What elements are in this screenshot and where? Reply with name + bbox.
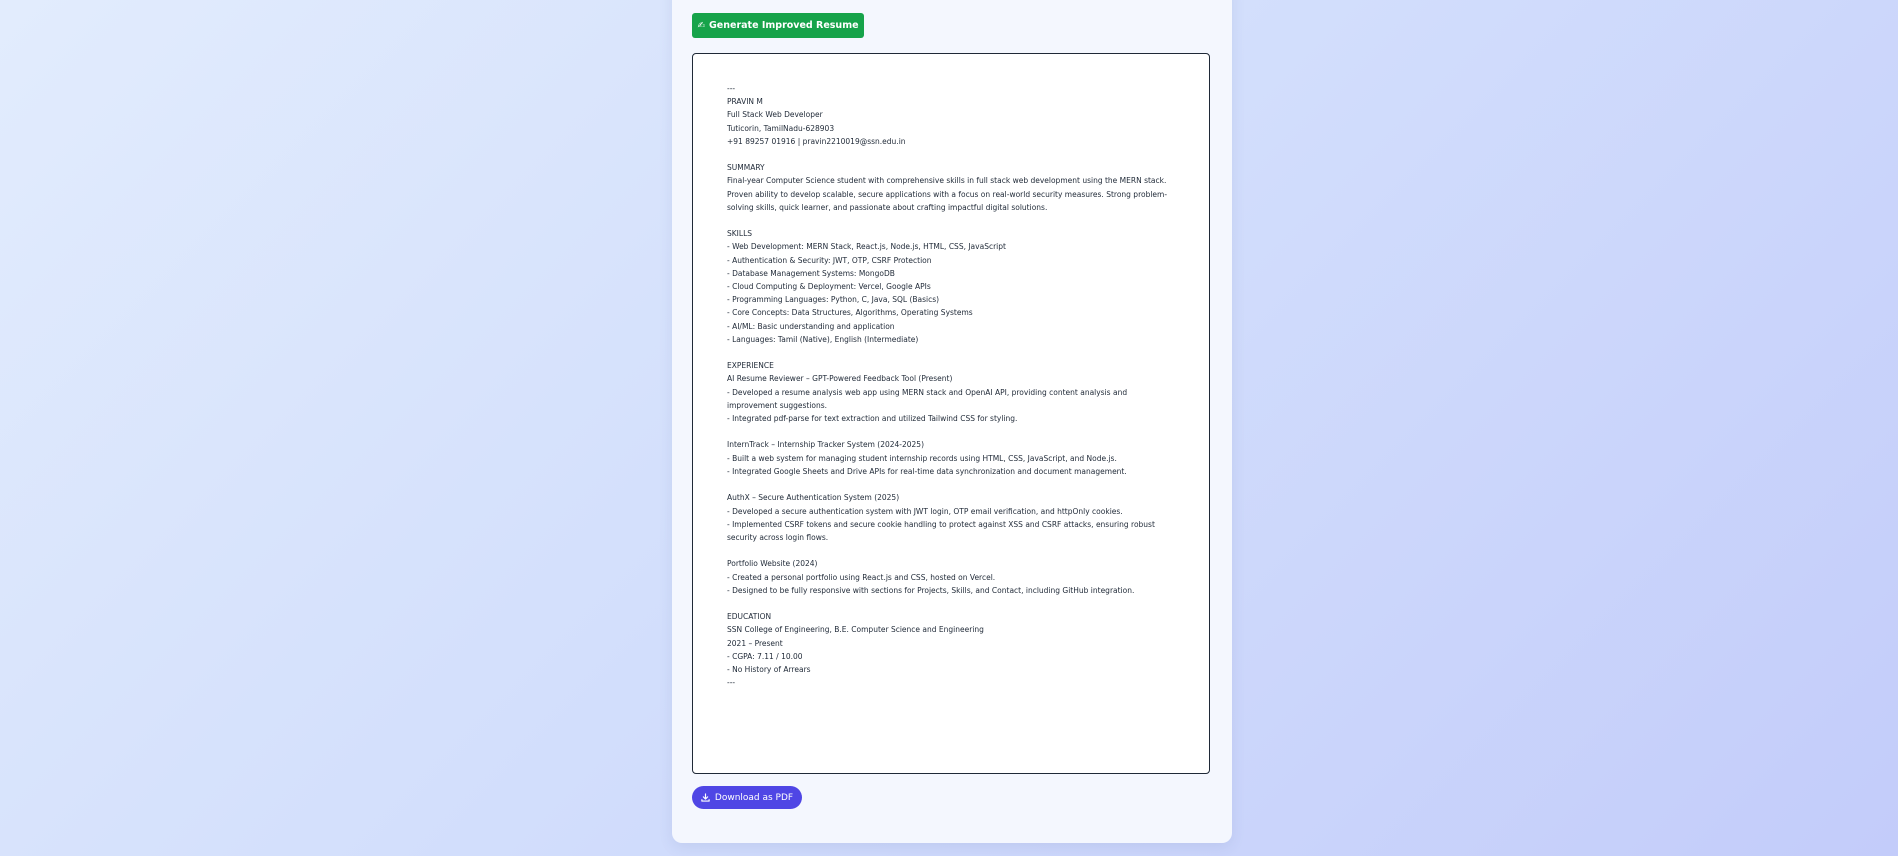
generate-improved-resume-button[interactable]: ✍ Generate Improved Resume (692, 13, 864, 38)
generate-button-label: Generate Improved Resume (709, 20, 859, 31)
improved-resume-textarea[interactable]: --- PRAVIN M Full Stack Web Developer Tu… (692, 53, 1210, 774)
download-pdf-button[interactable]: Download as PDF (692, 786, 802, 809)
writing-hand-icon: ✍ (697, 20, 705, 31)
download-button-label: Download as PDF (714, 792, 794, 803)
resume-text: --- PRAVIN M Full Stack Web Developer Tu… (727, 84, 1168, 688)
download-icon (701, 793, 710, 802)
